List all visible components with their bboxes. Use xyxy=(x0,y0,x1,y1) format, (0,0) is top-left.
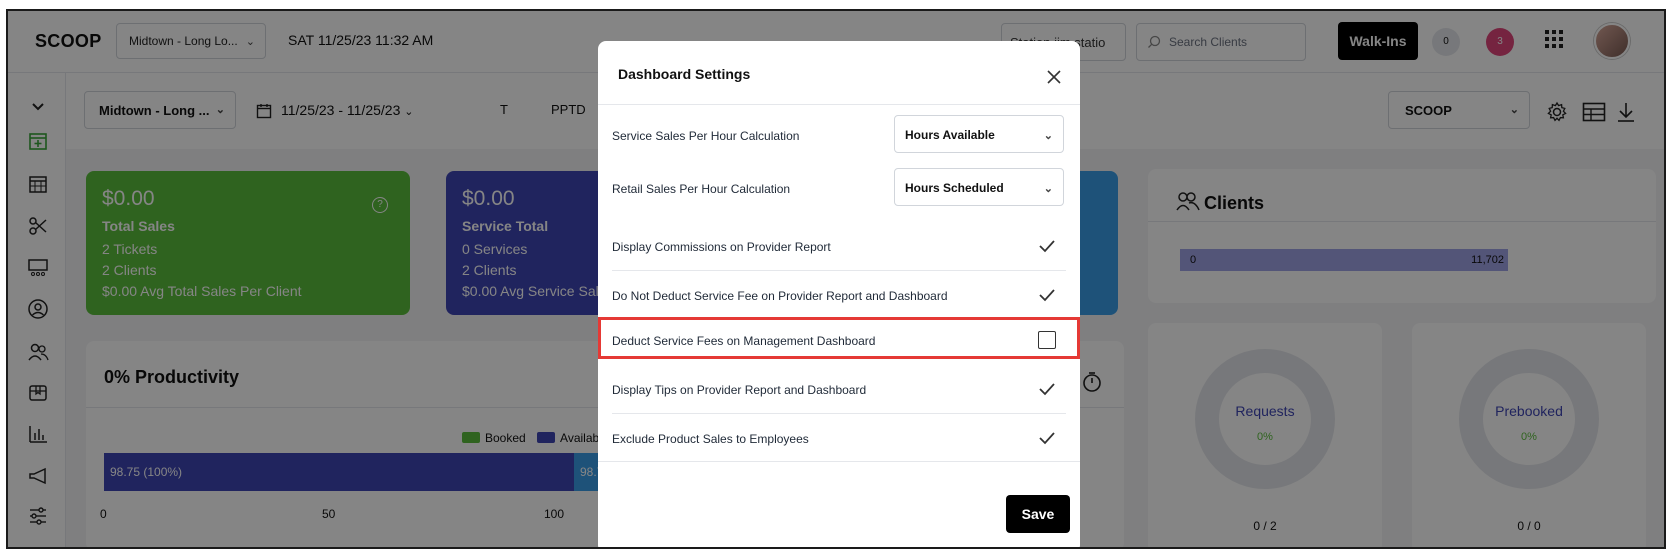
app-window: SCOOP Midtown - Long Lo... ⌄ SAT 11/25/2… xyxy=(6,9,1666,549)
opt-deduct-mgmt-label: Deduct Service Fees on Management Dashbo… xyxy=(612,334,876,348)
opt-no-deduct-label: Do Not Deduct Service Fee on Provider Re… xyxy=(612,289,948,303)
checkmark-icon[interactable] xyxy=(1038,238,1056,254)
retail-sales-calc-value: Hours Scheduled xyxy=(905,181,1004,195)
checkmark-icon[interactable] xyxy=(1038,430,1056,446)
opt-commissions-label: Display Commissions on Provider Report xyxy=(612,240,831,254)
retail-sales-calc-select[interactable]: Hours Scheduled ⌄ xyxy=(894,168,1064,206)
divider xyxy=(612,270,1066,271)
close-icon[interactable] xyxy=(1046,69,1062,85)
retail-sales-calc-label: Retail Sales Per Hour Calculation xyxy=(612,182,791,196)
divider xyxy=(598,461,1080,462)
opt-tips-label: Display Tips on Provider Report and Dash… xyxy=(612,383,867,397)
opt-exclude-label: Exclude Product Sales to Employees xyxy=(612,432,809,446)
service-sales-calc-value: Hours Available xyxy=(905,128,995,142)
divider xyxy=(598,104,1080,105)
chevron-down-icon: ⌄ xyxy=(1043,130,1053,142)
modal-title: Dashboard Settings xyxy=(618,66,751,82)
save-button[interactable]: Save xyxy=(1006,495,1070,533)
deduct-mgmt-checkbox[interactable] xyxy=(1038,331,1056,349)
dashboard-settings-modal: Dashboard Settings Service Sales Per Hou… xyxy=(598,41,1080,547)
checkmark-icon[interactable] xyxy=(1038,287,1056,303)
service-sales-calc-select[interactable]: Hours Available ⌄ xyxy=(894,115,1064,153)
checkmark-icon[interactable] xyxy=(1038,381,1056,397)
divider xyxy=(612,413,1066,414)
service-sales-calc-label: Service Sales Per Hour Calculation xyxy=(612,129,800,143)
chevron-down-icon: ⌄ xyxy=(1043,183,1053,195)
